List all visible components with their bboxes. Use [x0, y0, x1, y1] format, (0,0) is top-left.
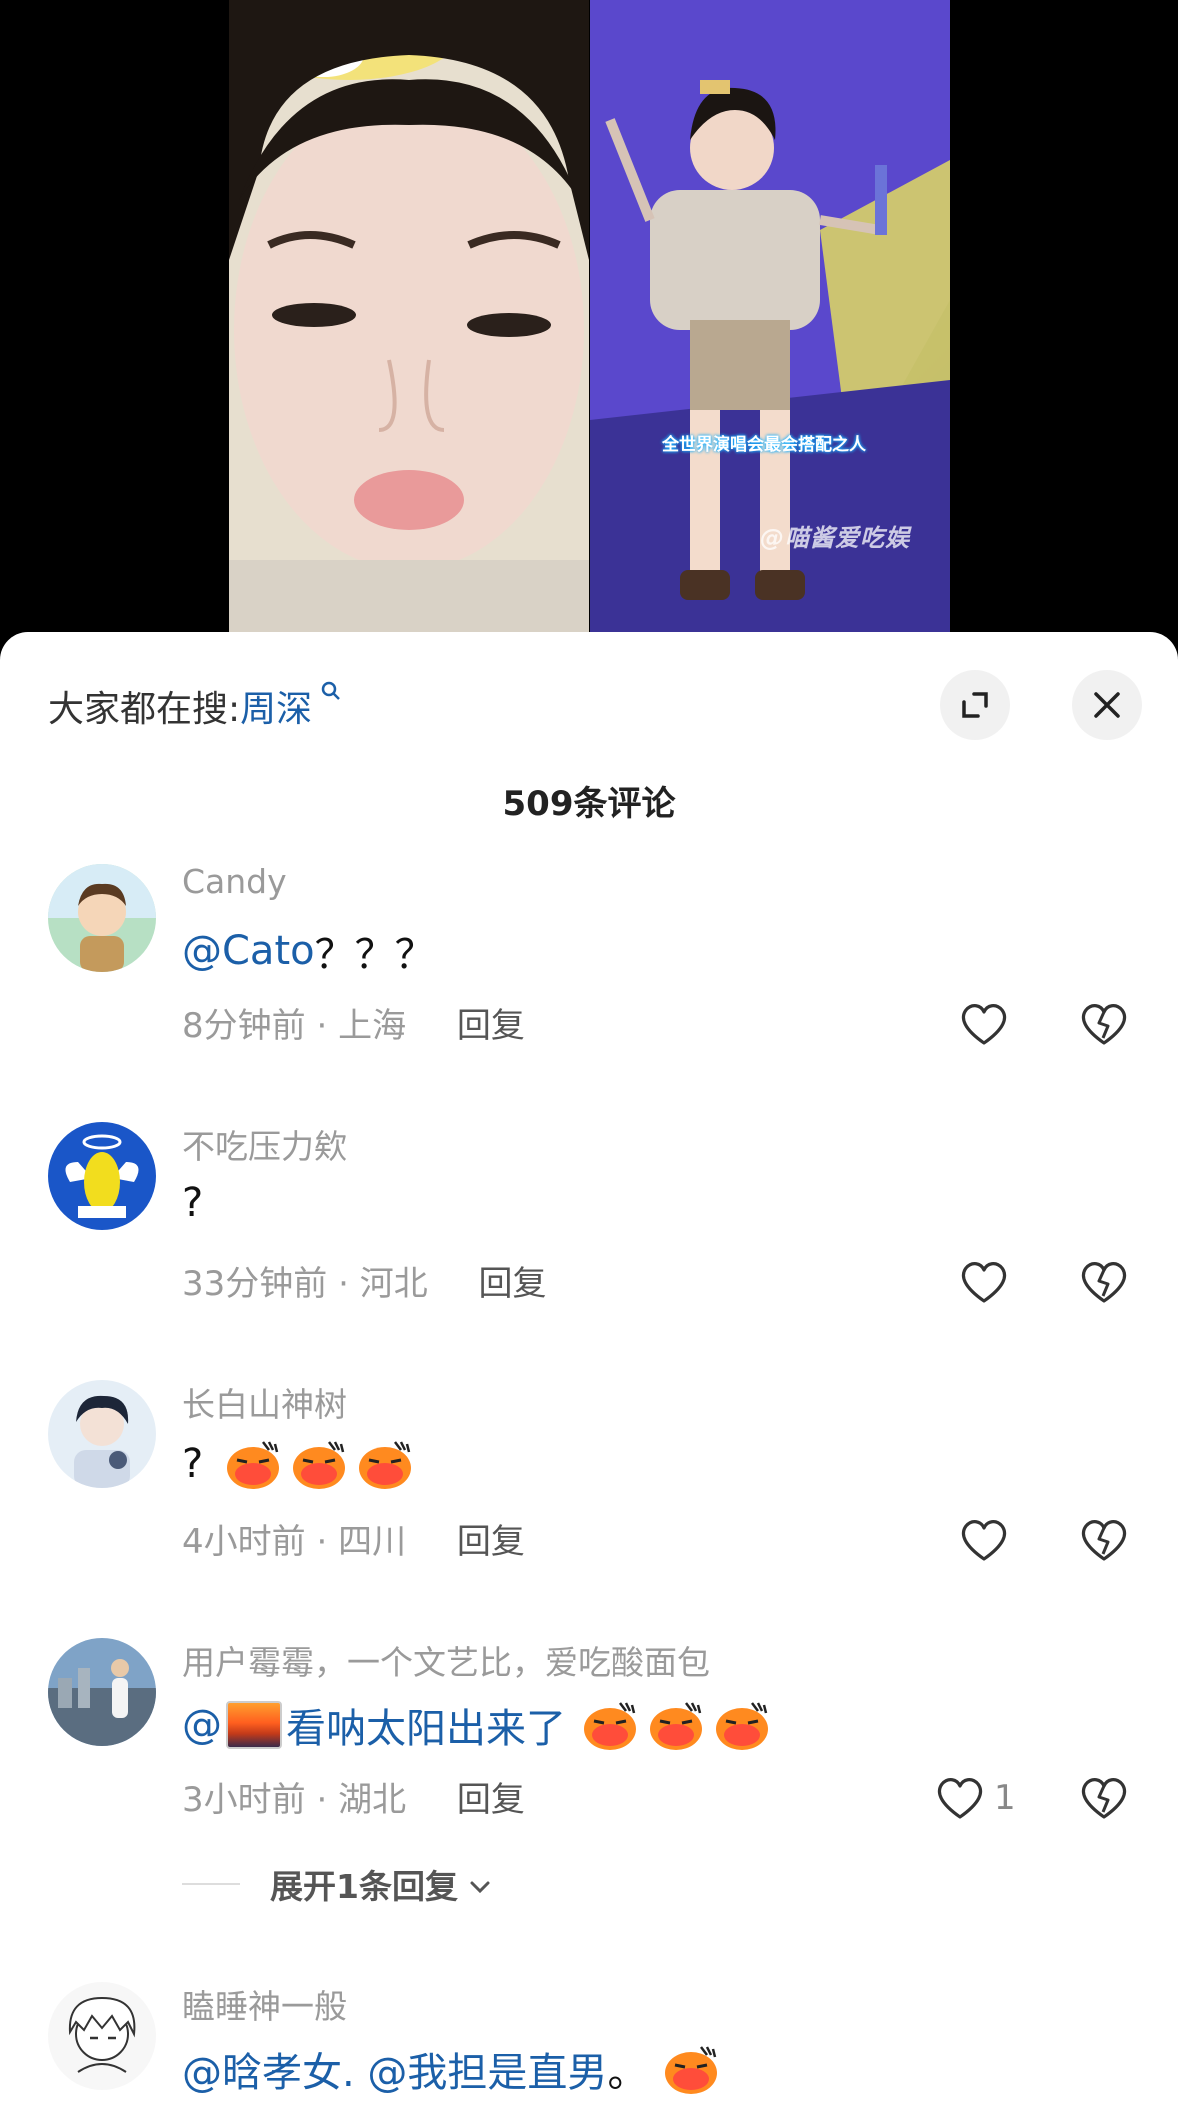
expand-button[interactable]: [940, 670, 1010, 740]
trending-search-label: 大家都在搜:: [48, 689, 241, 730]
heart-icon: [961, 1520, 1007, 1561]
comment-meta: 8分钟前 · 上海 回复: [182, 1006, 525, 1046]
expand-replies-label: 展开1条回复: [270, 1867, 458, 1906]
avatar[interactable]: [48, 1982, 156, 2090]
trending-search[interactable]: 大家都在搜:周深: [48, 680, 342, 732]
comment-sheet: 大家都在搜:周深 509条评论 Candy @Cato ？？？ 8分钟前 · 上…: [0, 632, 1178, 2120]
comment-item: 长白山神树 ? 4小时前 · 四川 回复: [0, 1380, 1178, 1610]
expand-icon: [962, 692, 988, 718]
comment-location: 河北: [359, 1264, 428, 1304]
like-button[interactable]: [956, 996, 1012, 1052]
comment-text: @Cato ？？？: [182, 922, 435, 980]
reply-button[interactable]: 回复: [457, 1522, 525, 1562]
comment-meta: 4小时前 · 四川 回复: [182, 1522, 525, 1562]
mention-link[interactable]: @: [182, 1702, 222, 1748]
comment-location: 上海: [338, 1006, 407, 1046]
comment-meta: 33分钟前 · 河北 回复: [182, 1264, 547, 1304]
heart-icon: [961, 1262, 1007, 1303]
like-count: 1: [994, 1778, 1016, 1818]
comment-body: ?: [182, 1441, 204, 1487]
video-caption: 全世界演唱会最会搭配之人: [662, 435, 866, 455]
comment-text: ?: [182, 1180, 203, 1226]
comment-body: 看呐太阳出来了: [286, 1706, 566, 1752]
broken-heart-icon: [1081, 1778, 1127, 1819]
comment-item: Candy @Cato ？？？ 8分钟前 · 上海 回复: [0, 862, 1178, 1094]
comment-item: 用户霉霉，一个文艺比，爱吃酸面包 @ 看呐太阳出来了 3小时前 · 湖北 回复 …: [0, 1638, 1178, 1868]
comment-body: ？？？: [314, 932, 435, 978]
avatar[interactable]: [48, 864, 156, 972]
comment-text: ?: [182, 1438, 413, 1490]
broken-heart-icon: [1081, 1004, 1127, 1045]
dislike-button[interactable]: [1076, 1512, 1132, 1568]
mention-link[interactable]: @Cato: [182, 928, 315, 974]
duck-emoji: [648, 1699, 704, 1751]
comment-time: 3小时前: [182, 1780, 306, 1820]
broken-heart-icon: [1081, 1520, 1127, 1561]
dislike-button[interactable]: [1076, 996, 1132, 1052]
trending-search-term[interactable]: 周深: [240, 689, 312, 730]
expand-replies-button[interactable]: 展开1条回复: [182, 1860, 492, 1908]
comment-time: 8分钟前: [182, 1006, 306, 1046]
mention-link[interactable]: @晗孝女. @我担是直男: [182, 2040, 607, 2098]
broken-heart-icon: [1081, 1262, 1127, 1303]
comment-time: 4小时前: [182, 1522, 306, 1562]
like-button[interactable]: 1: [932, 1770, 1016, 1826]
selfie-image: [229, 0, 589, 640]
like-button[interactable]: [956, 1254, 1012, 1310]
comment-username[interactable]: 用户霉霉，一个文艺比，爱吃酸面包: [182, 1636, 710, 1684]
comment-username[interactable]: 瞌睡神一般: [182, 1980, 347, 2028]
comment-body: 。: [607, 2050, 648, 2096]
avatar[interactable]: [48, 1380, 156, 1488]
like-button[interactable]: [956, 1512, 1012, 1568]
comment-item: 瞌睡神一般 @晗孝女. @我担是直男 。: [0, 1982, 1178, 2120]
video-player[interactable]: 全世界演唱会最会搭配之人 @喵酱爱吃娱: [0, 0, 1178, 640]
comment-username[interactable]: Candy: [182, 862, 287, 901]
comment-body: ?: [182, 1180, 204, 1226]
dislike-button[interactable]: [1076, 1770, 1132, 1826]
comment-location: 四川: [338, 1522, 407, 1562]
duck-emoji: [582, 1699, 638, 1751]
comment-time: 33分钟前: [182, 1264, 328, 1304]
reply-button[interactable]: 回复: [479, 1264, 547, 1304]
search-icon: [312, 680, 342, 708]
comment-count: 509条评论: [502, 784, 676, 824]
dislike-button[interactable]: [1076, 1254, 1132, 1310]
video-frame-left: [229, 0, 589, 640]
comment-text: @晗孝女. @我担是直男 。: [182, 2040, 719, 2098]
duck-emoji: [225, 1438, 281, 1490]
reply-button[interactable]: 回复: [457, 1780, 525, 1820]
duck-emoji: [291, 1438, 347, 1490]
reply-button[interactable]: 回复: [457, 1006, 525, 1046]
comment-meta: 3小时前 · 湖北 回复: [182, 1780, 525, 1820]
comment-text: @ 看呐太阳出来了: [182, 1696, 770, 1754]
comment-location: 湖北: [338, 1780, 407, 1820]
close-button[interactable]: [1072, 670, 1142, 740]
duck-emoji: [663, 2043, 719, 2095]
chevron-down-icon: [468, 1865, 492, 1904]
heart-icon: [937, 1778, 983, 1819]
heart-icon: [961, 1004, 1007, 1045]
avatar[interactable]: [48, 1122, 156, 1230]
comment-username[interactable]: 长白山神树: [182, 1378, 347, 1426]
video-watermark: @喵酱爱吃娱: [760, 524, 910, 552]
expand-divider: [182, 1883, 240, 1885]
sunrise-icon: [226, 1701, 282, 1749]
comment-item: 不吃压力欸 ? 33分钟前 · 河北 回复: [0, 1122, 1178, 1352]
duck-emoji: [357, 1438, 413, 1490]
close-icon: [1094, 692, 1120, 718]
avatar[interactable]: [48, 1638, 156, 1746]
comment-username[interactable]: 不吃压力欸: [182, 1120, 347, 1168]
duck-emoji: [714, 1699, 770, 1751]
